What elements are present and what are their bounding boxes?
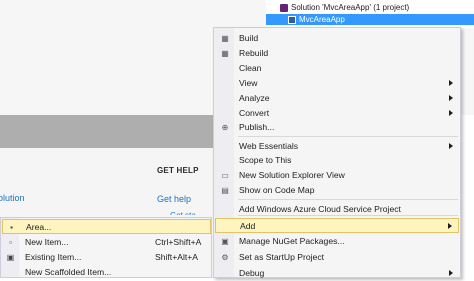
menu-item-convert[interactable]: Convert: [215, 106, 459, 121]
menu-item-manage-nuget-packages[interactable]: ▣ Manage NuGet Packages...: [215, 234, 459, 249]
add-menu-item-label: New Item...: [25, 237, 69, 247]
solution-label: Solution 'MvcAreaApp' (1 project): [291, 3, 410, 12]
menu-item-rebuild[interactable]: ▦ Rebuild: [215, 46, 459, 61]
get-help-link[interactable]: Get help: [157, 194, 191, 204]
solution-icon: [280, 3, 288, 12]
menu-item-build[interactable]: ▦ Build: [215, 31, 459, 46]
menu-item-publish[interactable]: ⊕ Publish...: [215, 120, 459, 135]
menu-item-view[interactable]: View: [215, 76, 459, 91]
menu-item-label: Manage NuGet Packages...: [239, 236, 345, 246]
menu-separator: [238, 136, 458, 137]
menu-item-label: Add Windows Azure Cloud Service Project: [239, 204, 401, 214]
menu-item-label: Rebuild: [239, 48, 269, 58]
new-window-icon: ▭: [221, 171, 229, 180]
menu-separator: [238, 199, 458, 200]
menu-item-web-essentials[interactable]: Web Essentials: [215, 139, 459, 154]
web-project-icon: [288, 15, 296, 24]
solution-node[interactable]: Solution 'MvcAreaApp' (1 project): [266, 2, 474, 13]
menu-item-new-solution-explorer-view[interactable]: ▭ New Solution Explorer View: [215, 168, 459, 183]
menu-item-label: Debug: [239, 268, 265, 278]
code-map-icon: ▤: [221, 186, 229, 195]
add-menu-item-existing-item[interactable]: ▣ Existing Item... Shift+Alt+A: [2, 250, 211, 265]
menu-item-add-windows-azure-cloud-service-project[interactable]: Add Windows Azure Cloud Service Project: [215, 202, 459, 217]
add-submenu: ▪ Area... ▫ New Item... Ctrl+Shift+A ▣ Existin…: [0, 217, 212, 278]
build-icon: ▦: [221, 34, 229, 43]
menu-item-label: Clean: [239, 63, 262, 73]
new-item-icon: ▫: [9, 238, 12, 247]
menu-item-label: Publish...: [239, 122, 275, 132]
get-help-heading: GET HELP: [157, 166, 199, 175]
menu-item-label: Build: [239, 33, 259, 43]
submenu-arrow-icon: [449, 80, 453, 86]
menu-item-label: New Solution Explorer View: [239, 170, 345, 180]
rebuild-icon: ▦: [221, 49, 229, 58]
area-icon: ▪: [10, 223, 13, 232]
solution-link[interactable]: olution: [0, 193, 25, 203]
submenu-arrow-icon: [449, 270, 453, 276]
shortcut-label: Shift+Alt+A: [155, 252, 198, 262]
project-context-menu: ▦ Build ▦ Rebuild Clean View Analyze Convert ⊕ Pu…: [213, 27, 461, 278]
shortcut-label: Ctrl+Shift+A: [155, 237, 202, 247]
menu-item-label: Show on Code Map: [239, 185, 315, 195]
menu-item-scope-to-this[interactable]: Scope to This: [215, 153, 459, 168]
solution-explorer: Solution 'MvcAreaApp' (1 project) MvcAre…: [266, 0, 474, 35]
menu-item-debug[interactable]: Debug: [215, 266, 459, 281]
menu-item-label: Web Essentials: [239, 141, 299, 151]
add-menu-item-area[interactable]: ▪ Area...: [2, 219, 211, 234]
add-menu-item-label: New Scaffolded Item...: [25, 267, 112, 277]
project-label: MvcAreaApp: [299, 15, 345, 24]
menu-item-add[interactable]: Add: [215, 218, 459, 233]
menu-item-analyze[interactable]: Analyze: [215, 91, 459, 106]
add-menu-item-label: Existing Item...: [25, 252, 82, 262]
menu-item-label: Analyze: [239, 93, 270, 103]
get-started-link[interactable]: Get sta...: [170, 211, 214, 215]
menu-item-label: Convert: [239, 108, 270, 118]
submenu-arrow-icon: [449, 143, 453, 149]
add-menu-item-new-item[interactable]: ▫ New Item... Ctrl+Shift+A: [2, 235, 211, 250]
menu-item-label: View: [239, 78, 258, 88]
globe-icon: ⊕: [221, 123, 229, 132]
menu-item-label: Scope to This: [239, 155, 292, 165]
menu-item-show-on-code-map[interactable]: ▤ Show on Code Map: [215, 183, 459, 198]
project-node[interactable]: MvcAreaApp: [266, 14, 474, 35]
submenu-arrow-icon: [448, 223, 452, 229]
add-menu-item-label: Area...: [26, 222, 52, 232]
nuget-icon: ▣: [221, 237, 229, 246]
menu-item-label: Add: [240, 221, 256, 231]
menu-item-set-as-startup-project[interactable]: ⚙ Set as StartUp Project: [215, 250, 459, 265]
submenu-arrow-icon: [449, 95, 453, 101]
gear-icon: ⚙: [221, 253, 229, 262]
menu-item-label: Set as StartUp Project: [239, 252, 325, 262]
menu-item-clean[interactable]: Clean: [215, 61, 459, 76]
existing-item-icon: ▣: [6, 253, 15, 262]
submenu-arrow-icon: [449, 110, 453, 116]
